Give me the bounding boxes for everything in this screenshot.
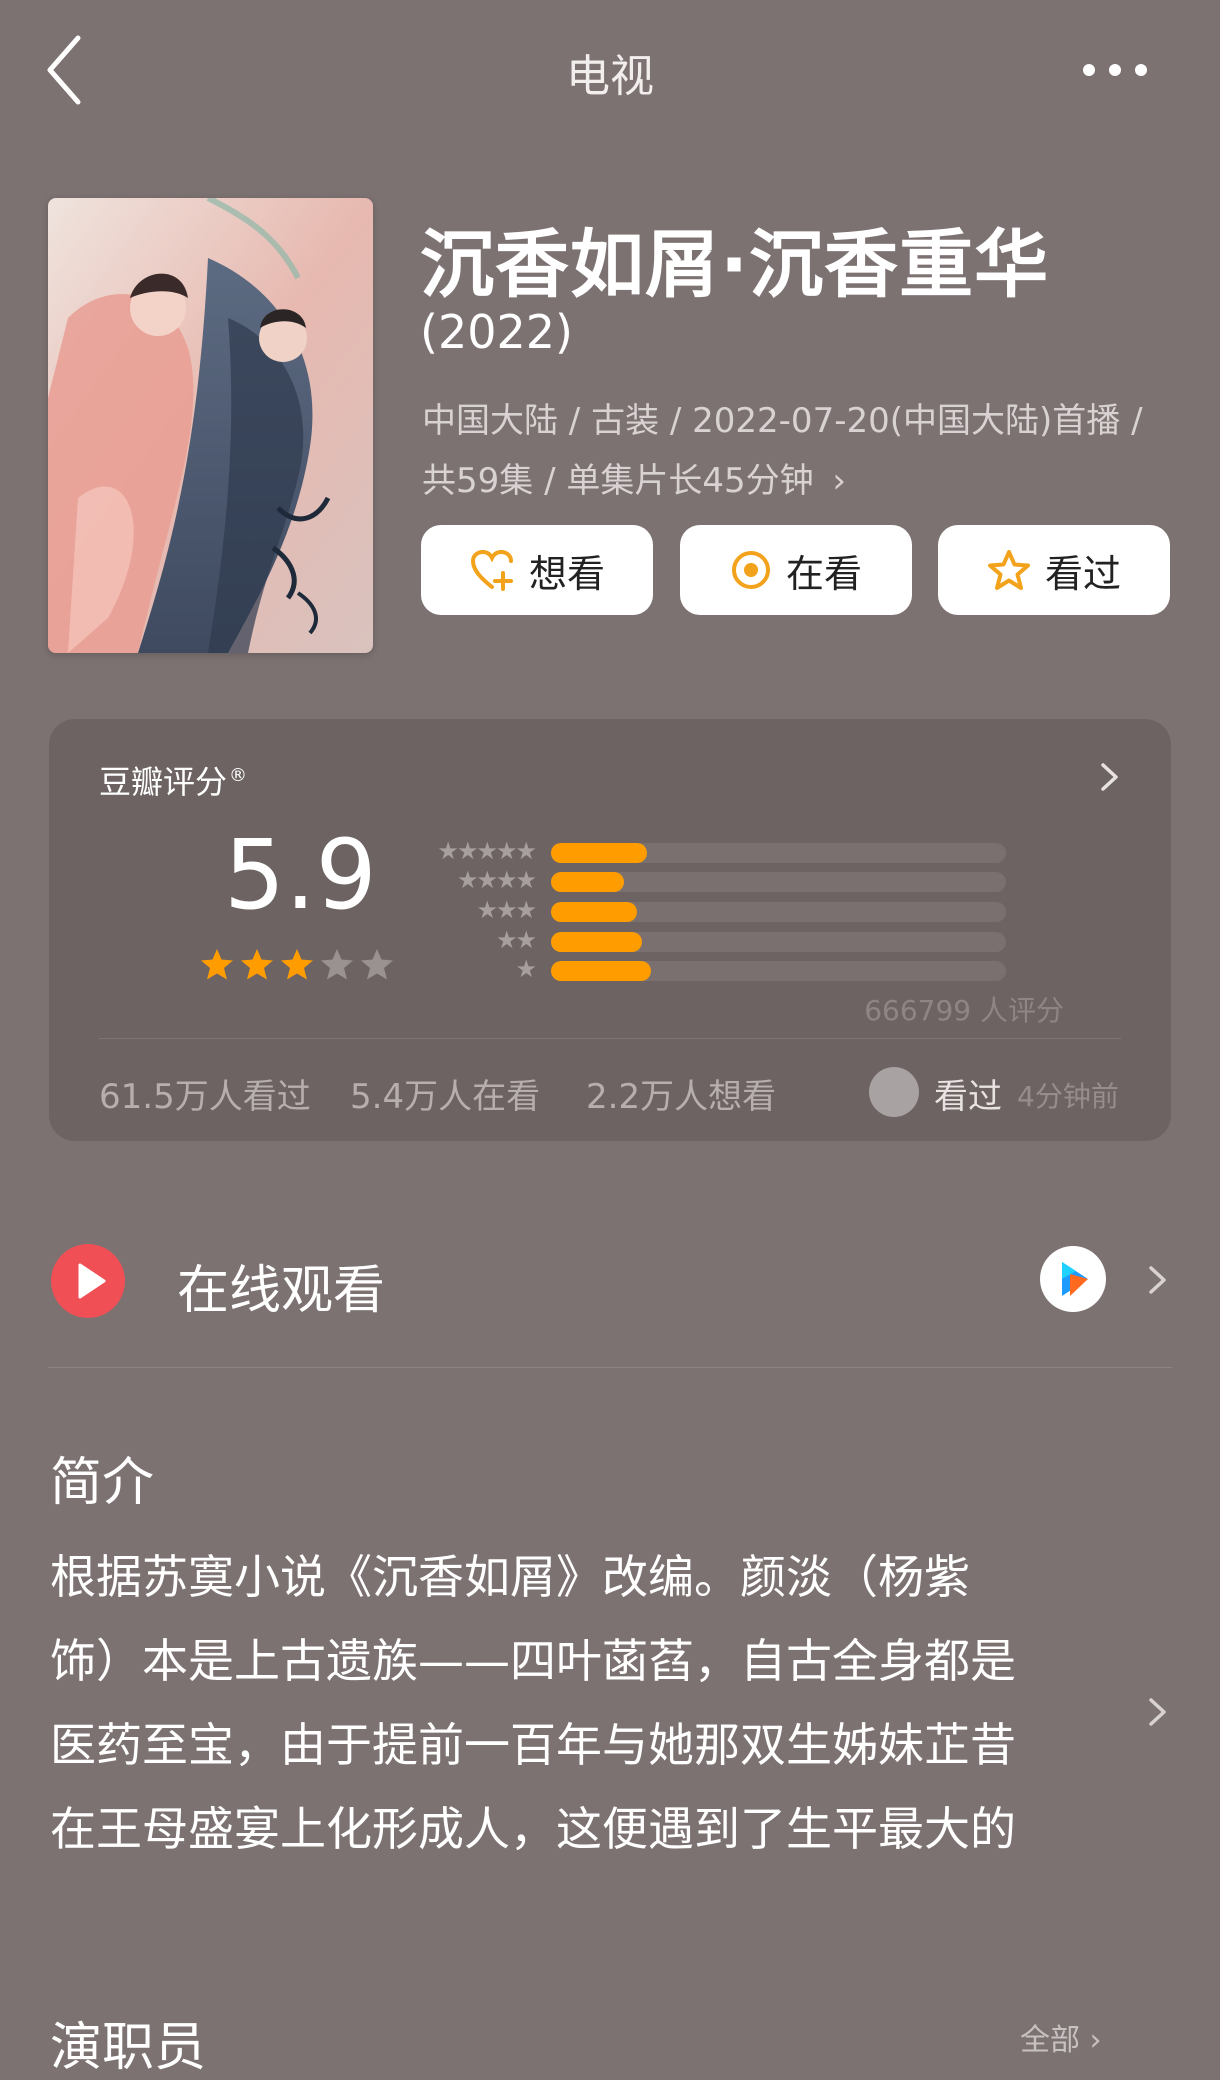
more-dots-icon [1083, 64, 1147, 76]
rating-count: 666799 人评分 [864, 994, 1064, 1027]
rating-bar-fill [551, 902, 638, 922]
rating-bar-track [551, 961, 1006, 981]
rating-bar-fill [551, 843, 647, 863]
star-empty-icon [321, 949, 353, 980]
rating-bar-stars: ★ [515, 955, 536, 983]
more-options-button[interactable] [1075, 50, 1155, 90]
show-year: (2022) [420, 305, 573, 359]
stat-want[interactable]: 2.2万人想看 [586, 1069, 776, 1118]
show-poster[interactable] [48, 198, 373, 653]
rating-label: 豆瓣评分 ® [99, 757, 247, 803]
cast-all-label: 全部 [1020, 2023, 1080, 2058]
star-filled-icon [281, 949, 313, 980]
rating-bar-fill [551, 932, 642, 952]
star-outline-icon [987, 550, 1030, 590]
synopsis-heading: 简介 [50, 1453, 155, 1513]
watch-online-row[interactable]: 在线观看 [0, 1230, 1220, 1330]
synopsis-text[interactable]: 根据苏寞小说《沉香如屑》改编。颜淡（杨紫 饰）本是上古遗族——四叶菡萏，自古全身… [50, 1535, 1090, 1875]
rating-bar-fill [551, 872, 624, 892]
avatar[interactable] [869, 1067, 919, 1117]
stat-watching[interactable]: 5.4万人在看 [350, 1069, 540, 1118]
rating-bar-stars: ★★★★ [456, 866, 537, 894]
watching-button[interactable]: 在看 [680, 525, 912, 615]
synopsis-line: 医药至宝，由于提前一百年与她那双生姊妹芷昔 [50, 1718, 1016, 1772]
target-icon [731, 551, 770, 589]
star-filled-icon [241, 949, 273, 980]
show-meta-line-details[interactable]: 共59集 / 单集片长45分钟 › [422, 453, 846, 502]
rating-bar-track [551, 902, 1006, 922]
rating-bar-stars: ★★★★★ [437, 837, 537, 865]
rating-label-text: 豆瓣评分 [99, 763, 228, 801]
synopsis-expand-button[interactable] [1142, 1692, 1172, 1732]
friend-status: 看过 [934, 1077, 1002, 1117]
registered-mark: ® [229, 765, 248, 787]
rating-bar-fill [551, 961, 652, 981]
rating-bar-track [551, 872, 1006, 892]
rating-bar-row: ★★★ [433, 896, 1033, 924]
synopsis-line: 在王母盛宴上化形成人，这便遇到了生平最大的 [50, 1802, 1016, 1856]
show-meta-line: 中国大陆 / 古装 / 2022-07-20(中国大陆)首播 / [422, 401, 1143, 441]
synopsis-line: 饰）本是上古遗族——四叶菡萏，自古全身都是 [50, 1634, 1016, 1688]
show-meta-text: 共59集 / 单集片长45分钟 [422, 461, 814, 501]
page-title: 电视 [566, 51, 654, 102]
poster-image [48, 198, 373, 653]
chevron-right-icon [1149, 1698, 1166, 1726]
rating-details-button[interactable] [1094, 757, 1124, 797]
rating-stars [199, 947, 395, 983]
play-icon [51, 1244, 125, 1318]
rating-bar-row: ★★ [433, 926, 1033, 954]
chevron-right-icon [1142, 1260, 1172, 1300]
chevron-right-icon: › [832, 461, 847, 501]
watched-label: 看过 [1044, 551, 1121, 596]
friend-time: 4分钟前 [1017, 1080, 1119, 1113]
divider [99, 1038, 1121, 1039]
want-to-watch-button[interactable]: 想看 [421, 525, 653, 615]
youku-icon [1040, 1246, 1106, 1312]
stat-watched[interactable]: 61.5万人看过 [99, 1069, 311, 1118]
rating-bar-track [551, 932, 1006, 952]
divider [48, 1367, 1172, 1368]
rating-score: 5.9 [224, 819, 377, 931]
rating-bar-stars: ★★ [495, 926, 537, 954]
watch-online-label: 在线观看 [177, 1261, 386, 1321]
rating-bar-row: ★ [433, 955, 1033, 983]
synopsis-line: 根据苏寞小说《沉香如屑》改编。颜淡（杨紫 [50, 1550, 970, 1604]
show-title: 沉香如屑·沉香重华 [420, 222, 1050, 308]
cast-all-link[interactable]: 全部 › [1020, 2015, 1102, 2059]
rating-bar-track [551, 843, 1006, 863]
watched-button[interactable]: 看过 [938, 525, 1170, 615]
star-filled-icon [201, 949, 233, 980]
rating-bar-stars: ★★★ [476, 896, 537, 924]
rating-card: 豆瓣评分 ® 5.9 ★★★★★ ★★★★ ★★★ ★★ ★ 666799 人评分 61.… [49, 719, 1171, 1141]
cast-section-heading: 演职员 [50, 2018, 207, 2078]
rating-bar-row: ★★★★ [433, 866, 1033, 894]
rating-bar-row: ★★★★★ [433, 837, 1033, 865]
watching-label: 在看 [785, 551, 862, 596]
heart-plus-icon [470, 549, 513, 591]
chevron-right-icon [1101, 763, 1118, 791]
want-to-watch-label: 想看 [528, 551, 605, 596]
star-empty-icon [361, 949, 393, 980]
